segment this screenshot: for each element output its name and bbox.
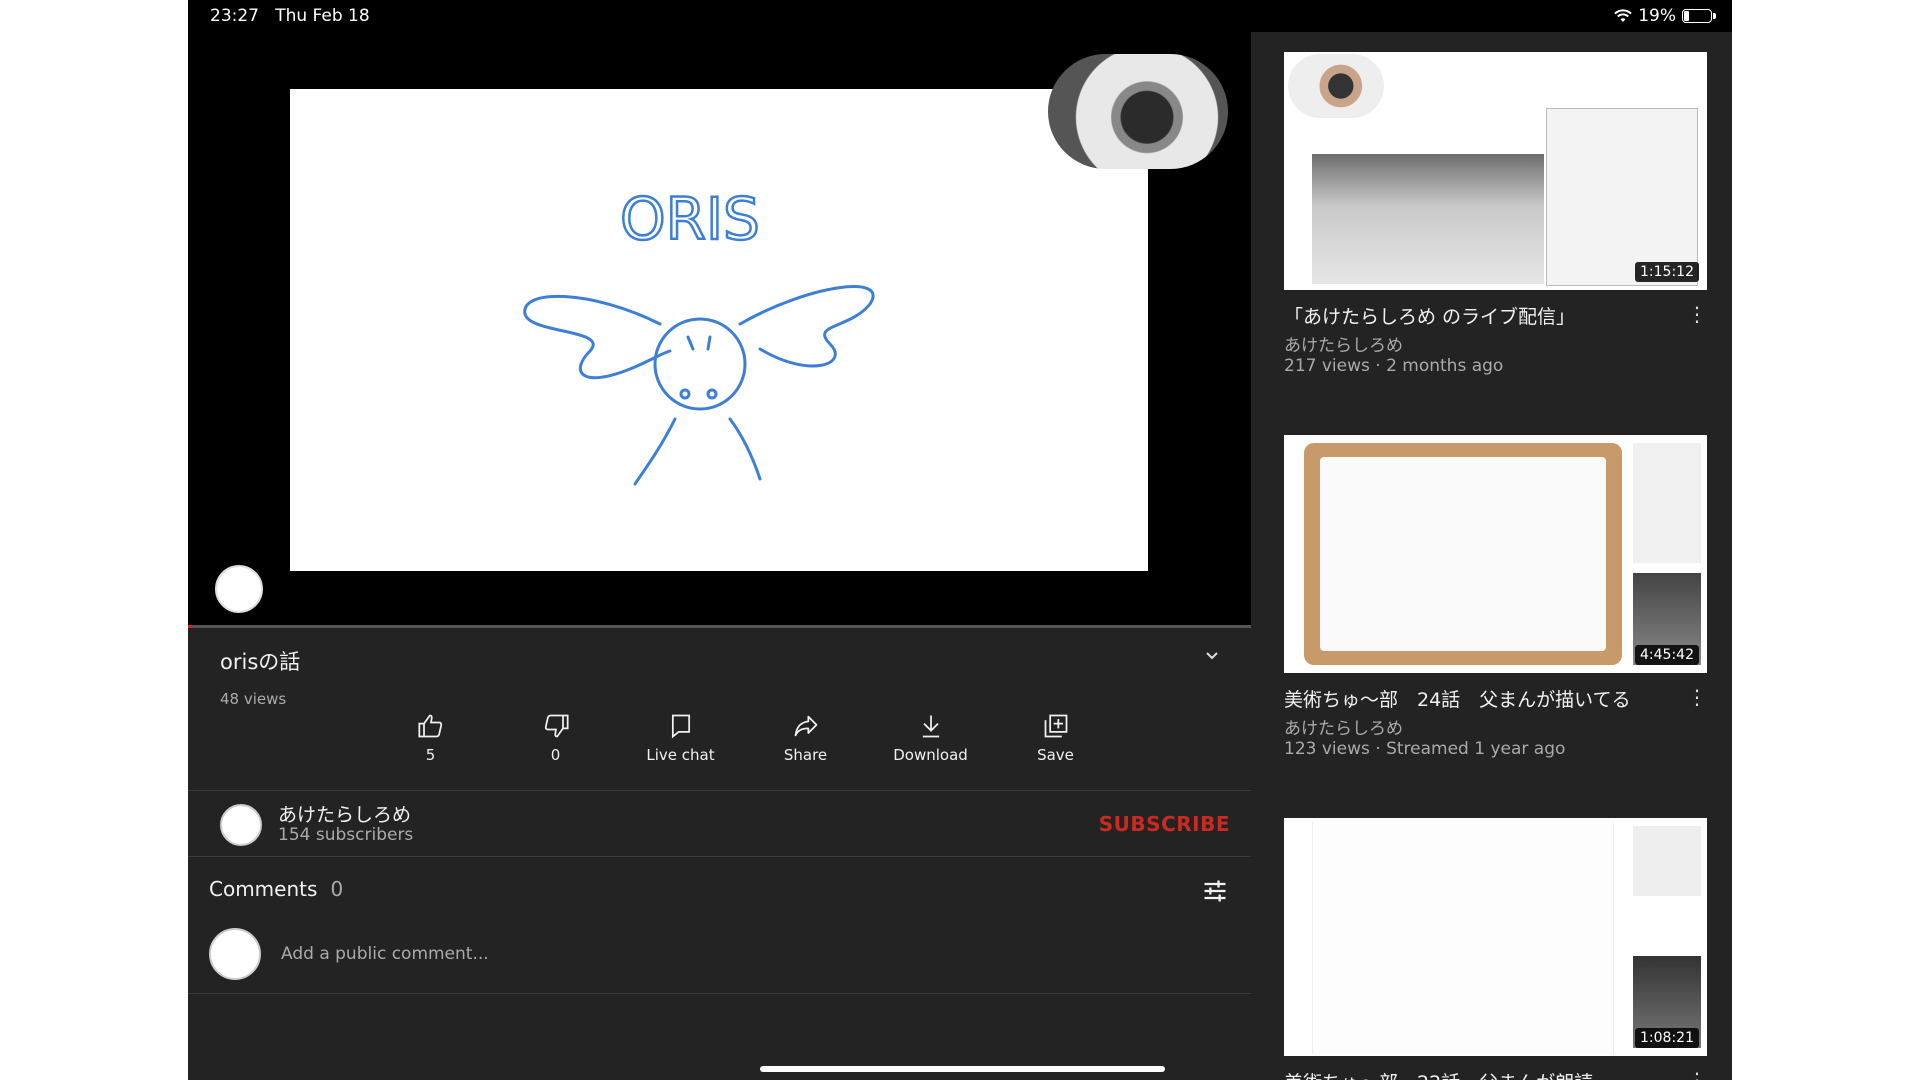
add-comment-row[interactable]: Add a public comment... xyxy=(209,928,1229,984)
comments-header[interactable]: Comments 0 xyxy=(209,877,1229,902)
divider xyxy=(188,790,1251,791)
save-label: Save xyxy=(1037,746,1074,764)
comment-input[interactable]: Add a public comment... xyxy=(281,944,489,964)
channel-avatar[interactable] xyxy=(220,804,262,846)
recommended-title: 「あけたらしろめ のライブ配信」 xyxy=(1284,306,1576,328)
video-thumbnail[interactable]: 4:45:42 xyxy=(1284,435,1707,673)
comments-label: Comments xyxy=(209,877,318,901)
download-button[interactable]: Download xyxy=(868,712,993,764)
recommended-video[interactable]: 1:15:12 「あけたらしろめ のライブ配信」 あけたらしろめ 217 vie… xyxy=(1284,52,1707,376)
video-thumbnail[interactable]: 1:15:12 xyxy=(1284,52,1707,290)
dislike-count: 0 xyxy=(550,746,561,764)
home-indicator[interactable] xyxy=(760,1066,1165,1072)
recommended-meta: 123 views · Streamed 1 year ago xyxy=(1284,739,1566,759)
channel-subscribers: 154 subscribers xyxy=(278,825,414,845)
video-title-section[interactable]: orisの話 48 views xyxy=(220,646,1220,708)
divider xyxy=(188,856,1251,857)
sort-filter-icon[interactable] xyxy=(1201,877,1229,905)
thumbnail-tablet-screen xyxy=(1320,457,1606,651)
recommended-video[interactable]: 1:08:21 美術ちゅ〜部 22話 父まんが朗読 ⋮ xyxy=(1284,818,1707,1080)
share-icon xyxy=(794,715,817,737)
webcam-overlay xyxy=(1048,54,1228,169)
like-count: 5 xyxy=(425,746,436,764)
recommended-video[interactable]: 4:45:42 美術ちゅ〜部 24話 父まんが描いてる あけたらしろめ 123 … xyxy=(1284,435,1707,759)
download-label: Download xyxy=(893,746,968,764)
recommended-channel: あけたらしろめ xyxy=(1284,336,1403,356)
recommended-title: 美術ちゅ〜部 22話 父まんが朗読 xyxy=(1284,1068,1684,1080)
like-button[interactable]: 5 xyxy=(368,712,493,764)
thumbs-down-icon xyxy=(544,714,569,738)
video-drawing: ORIS xyxy=(523,184,875,486)
video-drawing-text: ORIS xyxy=(620,185,760,253)
status-date: Thu Feb 18 xyxy=(275,6,370,26)
status-time: 23:27 xyxy=(210,6,259,26)
channel-watermark-avatar[interactable] xyxy=(215,565,263,613)
share-button[interactable]: Share xyxy=(743,712,868,764)
save-button[interactable]: Save xyxy=(993,712,1118,764)
video-views: 48 views xyxy=(220,690,287,708)
video-duration: 1:15:12 xyxy=(1635,262,1699,282)
action-bar: 5 0 Live chat Share Download Save xyxy=(368,712,1118,764)
recommended-channel: あけたらしろめ xyxy=(1284,719,1403,739)
ipad-screen: 23:27 Thu Feb 18 19% ORIS orisの話 48 view… xyxy=(188,0,1732,1080)
wifi-icon xyxy=(1614,9,1632,22)
more-options-icon[interactable]: ⋮ xyxy=(1687,1068,1707,1080)
save-icon xyxy=(1044,714,1067,738)
thumbnail-chat xyxy=(1633,443,1701,563)
more-options-icon[interactable]: ⋮ xyxy=(1687,302,1707,326)
comments-count: 0 xyxy=(330,877,344,901)
video-frame: ORIS xyxy=(290,89,1148,571)
progress-bar-fill xyxy=(188,625,192,628)
battery-percent: 19% xyxy=(1638,6,1676,26)
video-player[interactable]: ORIS xyxy=(188,32,1251,628)
status-time-date: 23:27 Thu Feb 18 xyxy=(210,6,370,26)
channel-name: あけたらしろめ xyxy=(278,804,412,826)
status-indicators: 19% xyxy=(1614,6,1716,26)
share-label: Share xyxy=(783,746,828,764)
thumbnail-document xyxy=(1312,822,1614,1054)
thumbnail-gallery-photo xyxy=(1312,154,1544,284)
thumbnail-drawing xyxy=(1546,108,1698,286)
live-chat-icon xyxy=(671,714,690,739)
recommended-title: 美術ちゅ〜部 24話 父まんが描いてる xyxy=(1284,689,1631,711)
thumbs-up-icon xyxy=(417,714,442,738)
user-avatar xyxy=(209,928,261,980)
thumbnail-chat xyxy=(1633,826,1701,896)
thumbnail-webcam xyxy=(1288,54,1384,118)
live-chat-button[interactable]: Live chat xyxy=(618,712,743,764)
thumbnail-tablet xyxy=(1304,443,1622,665)
download-icon xyxy=(922,715,939,738)
more-options-icon[interactable]: ⋮ xyxy=(1687,685,1707,709)
recommendations-sidebar: 1:15:12 「あけたらしろめ のライブ配信」 あけたらしろめ 217 vie… xyxy=(1251,32,1732,1080)
battery-icon xyxy=(1682,9,1716,23)
status-bar: 23:27 Thu Feb 18 19% xyxy=(188,0,1732,32)
video-duration: 1:08:21 xyxy=(1635,1028,1699,1048)
battery-level xyxy=(1684,11,1689,21)
chevron-down-icon[interactable] xyxy=(1204,648,1220,664)
channel-row[interactable]: あけたらしろめ 154 subscribers SUBSCRIBE xyxy=(220,800,1230,850)
progress-bar[interactable] xyxy=(188,625,1251,628)
divider xyxy=(188,993,1251,994)
subscribe-button[interactable]: SUBSCRIBE xyxy=(1099,812,1230,836)
video-duration: 4:45:42 xyxy=(1635,645,1699,665)
video-title: orisの話 xyxy=(220,650,301,674)
dislike-button[interactable]: 0 xyxy=(493,712,618,764)
recommended-meta: 217 views · 2 months ago xyxy=(1284,356,1504,376)
video-thumbnail[interactable]: 1:08:21 xyxy=(1284,818,1707,1056)
live-chat-label: Live chat xyxy=(646,746,715,764)
